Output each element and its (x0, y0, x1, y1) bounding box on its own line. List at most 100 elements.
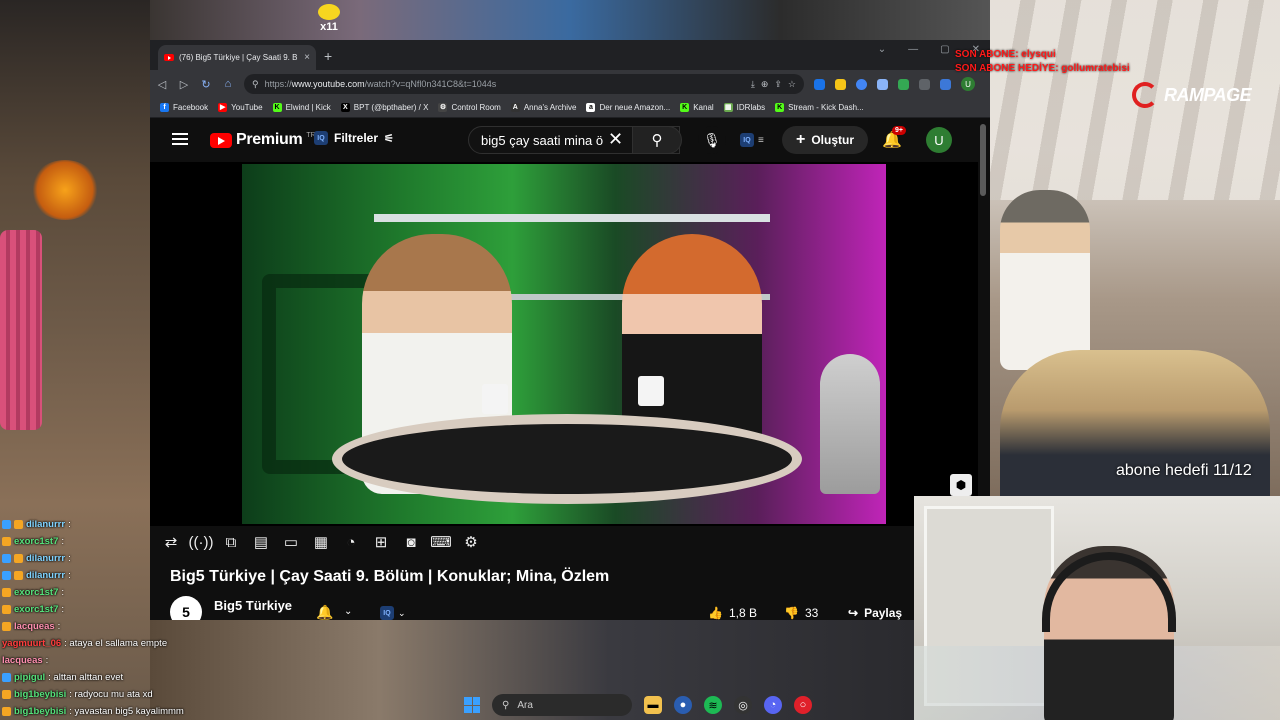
browser-window: (76) Big5 Türkiye | Çay Saati 9. B × + ⌄… (150, 40, 990, 620)
like-button[interactable]: 👍 1,8 B (708, 600, 757, 620)
round-table (332, 414, 802, 504)
new-tab-button[interactable]: + (324, 48, 332, 64)
chevron-down-icon[interactable]: ⌄ (344, 606, 352, 617)
subscriber-goal: abone hedefi 11/12 (1116, 462, 1252, 479)
extension-puzzle-icon[interactable] (877, 78, 888, 90)
iq-icon: IQ (314, 131, 328, 145)
share-button[interactable]: ↪ Paylaş (848, 600, 902, 620)
youtube-logo[interactable]: Premium TR (210, 131, 316, 149)
emote-count: x11 (320, 21, 338, 33)
settings-gear-icon[interactable]: ⚙ (460, 532, 482, 552)
kick-icon: K (680, 103, 690, 112)
bookmark-item[interactable]: f Facebook (160, 103, 208, 112)
extension-bulb-icon[interactable] (835, 78, 846, 90)
channel-watermark-icon[interactable]: ⬢ (950, 474, 972, 496)
bookmark-item[interactable]: K Elwind | Kick (272, 103, 331, 112)
filters-button[interactable]: IQ Filtreler ⚟ (314, 131, 394, 145)
site-info-icon[interactable]: ⚲ (252, 79, 259, 90)
iq-extension-button[interactable]: IQ ⌄ (380, 606, 406, 620)
share-icon[interactable]: ⇪ (774, 79, 782, 90)
extension-sync-icon[interactable] (814, 78, 825, 90)
obs-icon[interactable]: ◎ (734, 696, 752, 714)
microphone-icon: 🎙 (703, 131, 721, 148)
bookmark-item[interactable]: ▦ IDRlabs (723, 103, 765, 112)
mug (482, 384, 508, 414)
tab-close-button[interactable]: × (304, 52, 310, 63)
chat-badge-icon (2, 707, 11, 716)
menu-icon[interactable] (172, 133, 188, 145)
bookmark-item[interactable]: ▶ YouTube (218, 103, 263, 112)
reload-icon[interactable]: ↻ (200, 78, 212, 91)
chat-badge-icon (14, 520, 23, 529)
extension-menu-icon[interactable] (919, 78, 930, 90)
search-button[interactable]: ⚲ (632, 126, 682, 154)
bookmark-item[interactable]: K Kanal (680, 103, 714, 112)
chat-badge-icon (2, 537, 11, 546)
address-bar[interactable]: ⚲ https://www.youtube.com/watch?v=qNfl0n… (244, 74, 804, 94)
clear-search-icon[interactable]: ✕ (608, 129, 623, 150)
cinema-icon[interactable]: ▦ (310, 532, 332, 552)
chat-overlay: dilanurrr: exorc1st7: dilanurrr: dilanur… (2, 516, 242, 720)
voice-search-button[interactable]: 🎙 (698, 126, 726, 154)
shelf (374, 214, 770, 222)
youtube-page: Premium TR IQ Filtreler ⚟ big5 çay saati… (150, 118, 990, 620)
speed-gauge-icon[interactable]: ◔ (340, 532, 362, 552)
bust-statue (820, 354, 880, 494)
plus-icon: + (795, 131, 806, 148)
back-icon[interactable]: ◁ (156, 78, 168, 91)
taskbar-search[interactable]: ⚲ Ara (492, 694, 632, 716)
iq-extension-button[interactable]: IQ ≡ (740, 133, 764, 147)
forward-icon[interactable]: ▷ (178, 78, 190, 91)
browser-toolbar: ◁ ▷ ↻ ⌂ ⚲ https://www.youtube.com/watch?… (150, 70, 990, 98)
picture-in-picture-icon[interactable]: ▭ (280, 532, 302, 552)
frame-step-icon[interactable]: ⊞ (370, 532, 392, 552)
chat-message: exorc1st7: (2, 533, 242, 550)
bookmark-item[interactable]: X BPT (@bpthaber) / X (340, 103, 428, 112)
rampage-logo: RAMPAGE (1132, 82, 1252, 108)
film-icon[interactable]: ▤ (250, 532, 272, 552)
emote-face-icon (318, 4, 340, 20)
bookmark-star-icon[interactable]: ☆ (788, 79, 796, 90)
create-button[interactable]: + Oluştur (782, 126, 868, 154)
home-icon[interactable]: ⌂ (222, 78, 234, 90)
archive-icon: A (510, 103, 520, 112)
facebook-icon: f (160, 103, 169, 112)
profile-avatar[interactable]: U (961, 77, 975, 91)
keyboard-icon[interactable]: ⌨ (430, 532, 452, 552)
install-icon[interactable]: ⤓ (751, 79, 755, 90)
file-explorer-icon[interactable]: ▬ (644, 696, 662, 714)
extension-globe-icon[interactable] (856, 78, 867, 90)
maximize-button[interactable]: ▢ (940, 44, 949, 55)
dislike-button[interactable]: 👎 33 (784, 600, 818, 620)
kick-icon: K (775, 103, 785, 112)
bookmark-item[interactable]: ⚙ Control Room (438, 103, 501, 112)
user-avatar[interactable]: U (926, 127, 952, 153)
room-top (150, 0, 990, 40)
chat-badge-icon (2, 673, 11, 682)
windows-start-icon[interactable] (464, 697, 480, 713)
zoom-icon[interactable]: ⊕ (761, 79, 769, 90)
tab-search-button[interactable]: ⌄ (878, 44, 886, 55)
spotify-icon[interactable]: ≋ (704, 696, 722, 714)
discord-icon[interactable]: ◔ (764, 696, 782, 714)
extension-panel-icon[interactable] (940, 78, 951, 90)
subscribe-bell-icon[interactable]: 🔔 (316, 604, 333, 620)
page-scrollbar[interactable] (980, 124, 986, 196)
channel-row: 5 Big5 Türkiye 🔔 ⌄ IQ ⌄ 👍 1,8 B 👎 33 ↪ P… (170, 596, 910, 620)
bookmark-item[interactable]: A Anna's Archive (510, 103, 576, 112)
extension-flask-icon[interactable] (898, 78, 909, 90)
kick-icon: K (272, 103, 282, 112)
minimize-button[interactable]: — (908, 44, 918, 55)
tab-youtube[interactable]: (76) Big5 Türkiye | Çay Saati 9. B × (158, 45, 316, 70)
opera-icon[interactable]: ○ (794, 696, 812, 714)
bookmark-item[interactable]: K Stream - Kick Dash... (775, 103, 864, 112)
screenshot-icon[interactable]: ◙ (400, 532, 422, 552)
youtube-favicon-icon (164, 54, 174, 61)
chrome-icon[interactable]: ● (674, 696, 692, 714)
iq-icon: IQ (740, 133, 754, 147)
youtube-icon: ▶ (218, 103, 228, 112)
bookmark-item[interactable]: a Der neue Amazon... (586, 103, 670, 112)
gear-icon: ⚙ (438, 103, 448, 112)
video-player[interactable]: ⬢ (150, 162, 978, 526)
video-frame[interactable] (242, 164, 886, 524)
